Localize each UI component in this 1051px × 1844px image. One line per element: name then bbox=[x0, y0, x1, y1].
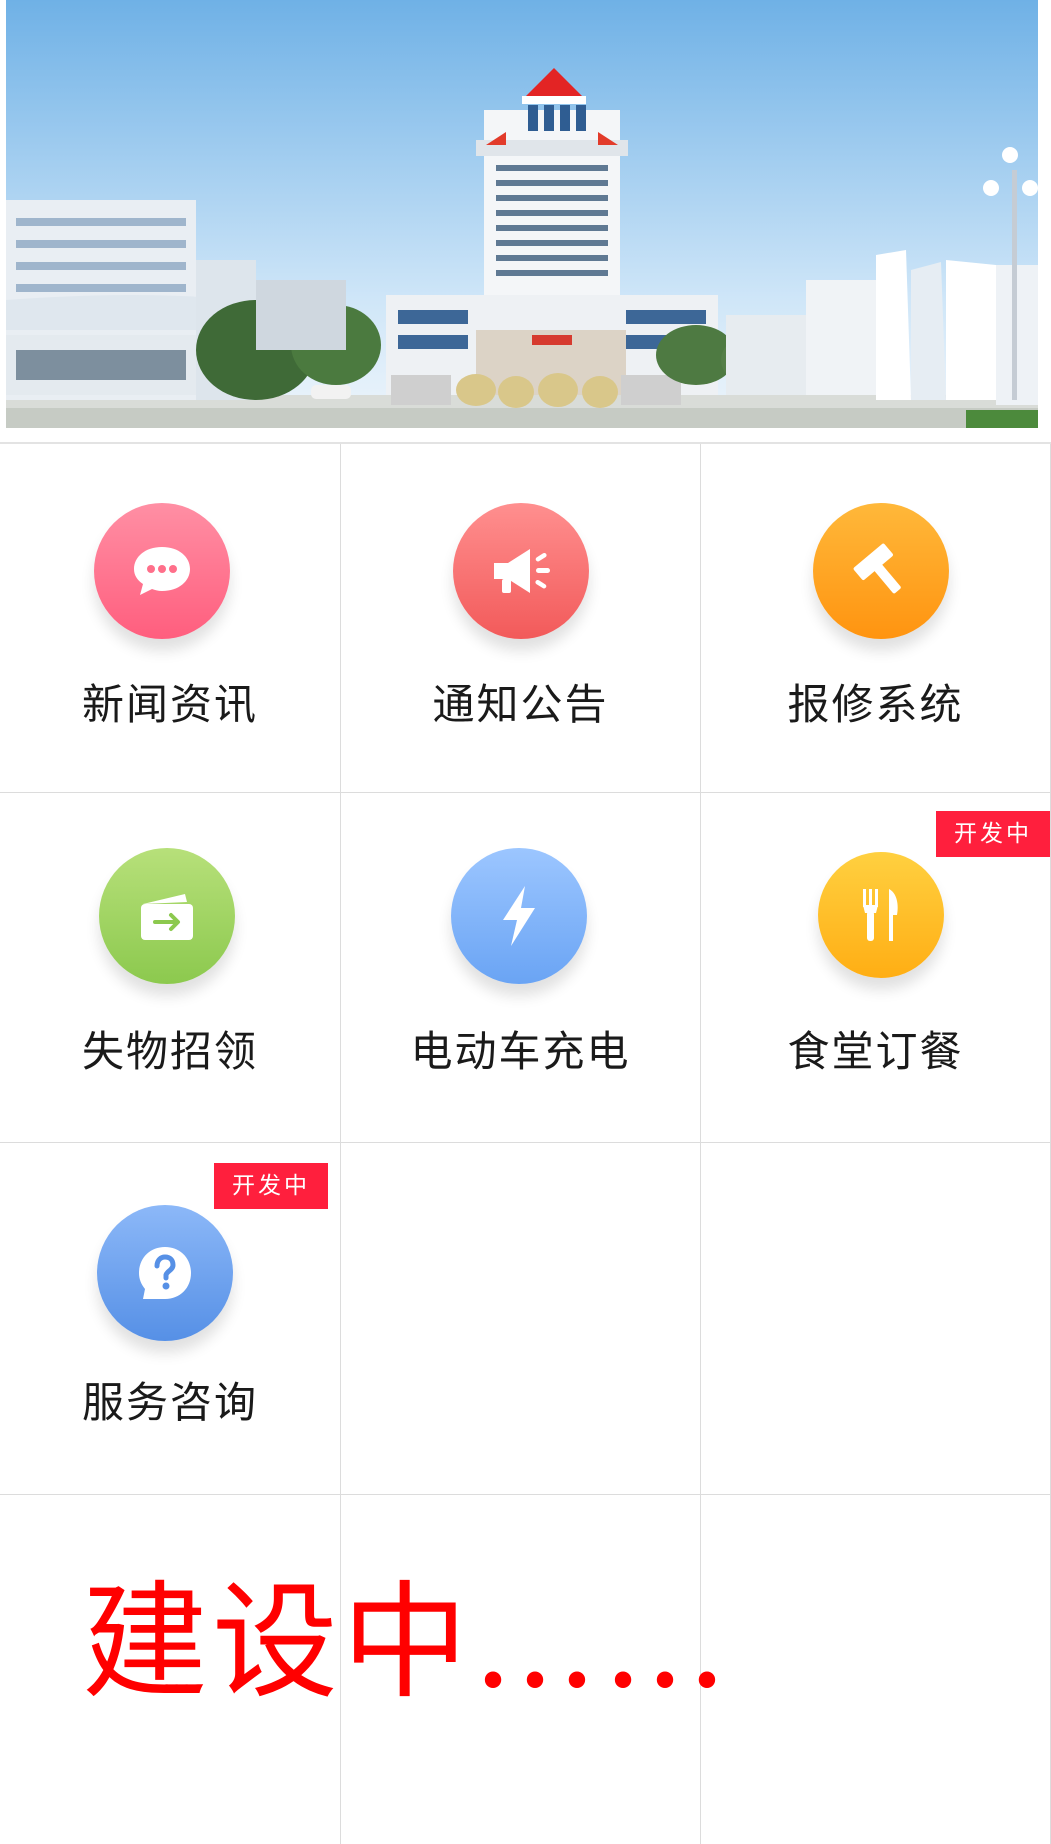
grid-item-label: 通知公告 bbox=[432, 680, 609, 729]
question-icon bbox=[97, 1205, 233, 1341]
grid-item-lost-found[interactable]: 失物招领 bbox=[0, 793, 340, 1142]
campus-photo bbox=[6, 0, 1038, 428]
hammer-icon bbox=[813, 503, 949, 639]
grid-item-label: 食堂订餐 bbox=[787, 1027, 964, 1076]
status-badge: 开发中 bbox=[214, 1163, 328, 1209]
megaphone-icon bbox=[453, 503, 589, 639]
grid-item-consultation[interactable]: 开发中 服务咨询 bbox=[0, 1143, 340, 1494]
grid-item-label: 失物招领 bbox=[81, 1027, 258, 1076]
grid-item-canteen[interactable]: 开发中 食堂订餐 bbox=[701, 793, 1050, 1142]
status-badge: 开发中 bbox=[936, 811, 1050, 857]
under-construction-text: 建设中…… bbox=[82, 1569, 732, 1716]
grid-item-notice[interactable]: 通知公告 bbox=[341, 444, 700, 792]
campus-banner-image bbox=[6, 0, 1038, 428]
grid-item-repair[interactable]: 报修系统 bbox=[701, 444, 1050, 792]
grid-item-label: 电动车充电 bbox=[410, 1027, 631, 1076]
grid-item-news[interactable]: 新闻资讯 bbox=[0, 444, 340, 792]
fork-knife-icon bbox=[818, 852, 944, 978]
grid-horizontal-divider bbox=[0, 1494, 1051, 1495]
grid-item-label: 新闻资讯 bbox=[81, 680, 258, 729]
grid-item-empty bbox=[341, 1143, 700, 1494]
grid-item-label: 服务咨询 bbox=[81, 1378, 258, 1427]
page: 新闻资讯 通知公告 报修系统 失物招领 电动车充电 开发中 食堂订餐 开发中 服… bbox=[0, 0, 1051, 1844]
grid-item-ev-charging[interactable]: 电动车充电 bbox=[341, 793, 700, 1142]
wallet-icon bbox=[99, 848, 235, 984]
lightning-icon bbox=[451, 848, 587, 984]
grid-item-empty bbox=[701, 1143, 1050, 1494]
chat-bubble-icon bbox=[94, 503, 230, 639]
grid-item-label: 报修系统 bbox=[787, 680, 964, 729]
